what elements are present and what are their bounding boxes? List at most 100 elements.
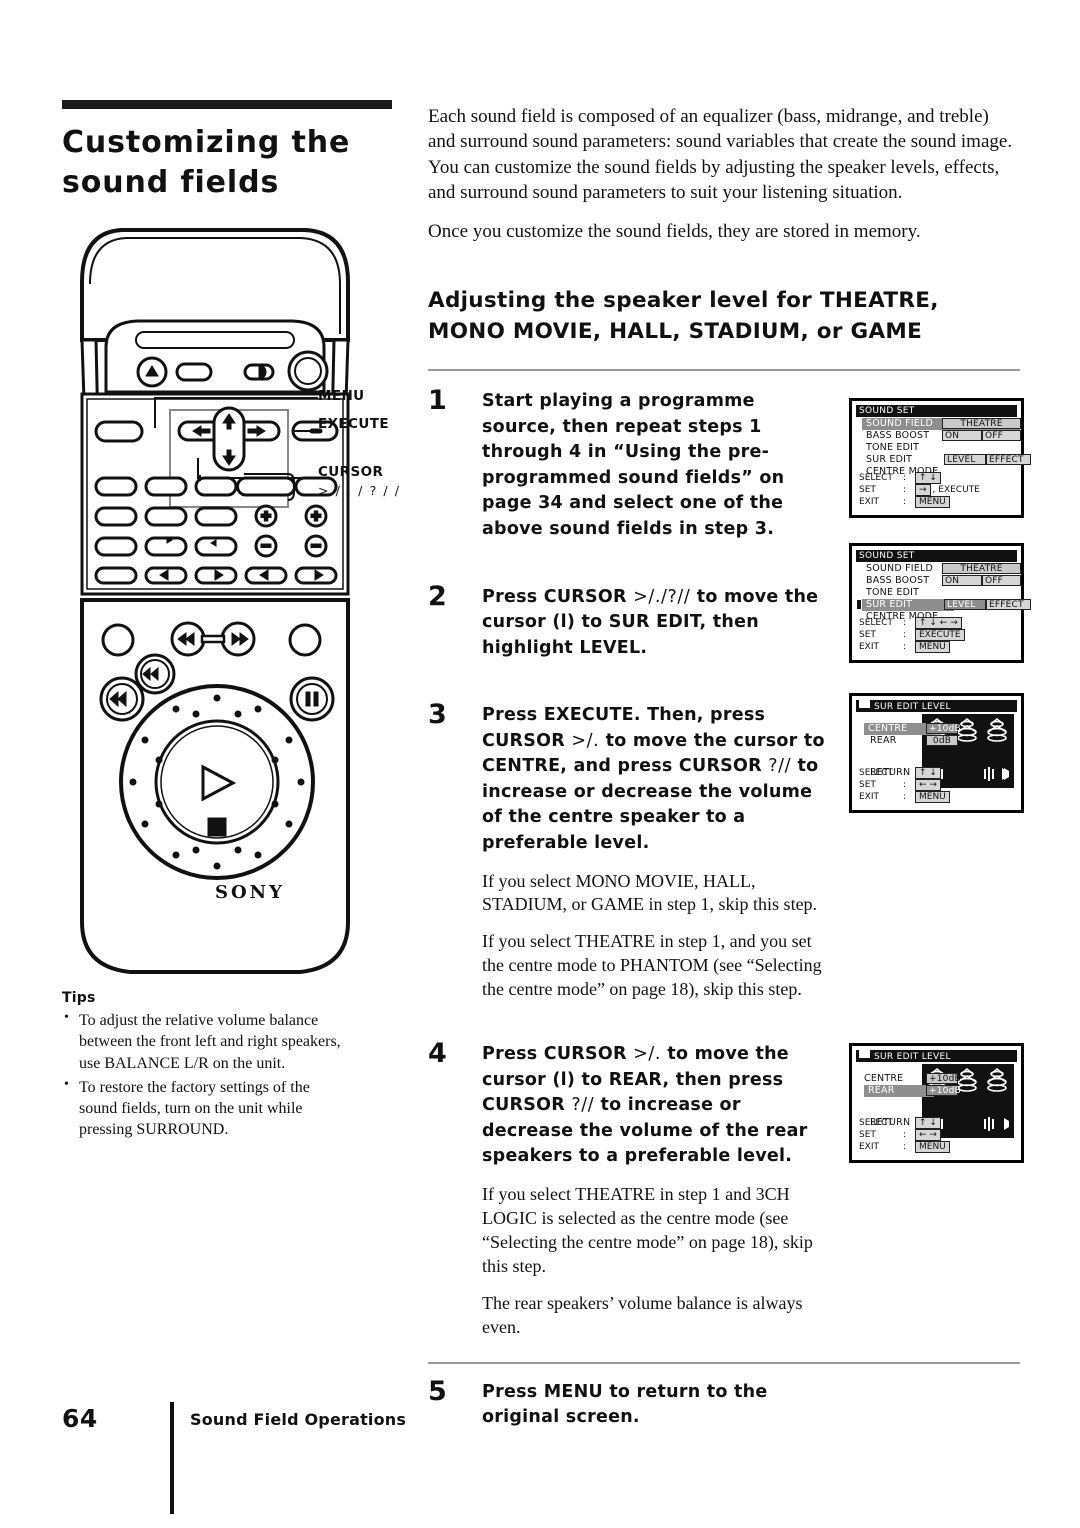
cursor-symbol-2: ?// — [571, 1095, 595, 1116]
osd-row-centre: CENTRE +10dB — [856, 1073, 1017, 1085]
osd-option-on: ON — [942, 575, 982, 586]
section-heading: Adjusting the speaker level for THEATRE,… — [428, 288, 939, 344]
osd-label: SOUND FIELD — [866, 563, 933, 574]
manual-page: Customizing the sound fields SONY MENU E… — [0, 0, 1080, 1528]
osd-row-bass-boost: BASS BOOST ON OFF — [856, 575, 1021, 587]
osd-key-name: SET — [859, 485, 876, 495]
page-title: Customizing the sound fields — [62, 125, 351, 200]
osd-title-text: SUR EDIT LEVEL — [874, 1052, 951, 1062]
intro-paragraph-2: Once you customize the sound fields, the… — [428, 220, 921, 242]
osd-value: THEATRE — [942, 563, 1021, 574]
osd-key-set: SET: ← → — [859, 1129, 950, 1141]
osd-row-sound-field: SOUND FIELD THEATRE — [856, 563, 1021, 575]
step-text-pre: Press CURSOR — [482, 586, 634, 607]
step-number: 4 — [428, 1038, 447, 1070]
osd-key-exit: EXIT: MENU — [859, 1141, 950, 1153]
osd-colon: : — [903, 768, 907, 778]
osd-label: CENTRE — [864, 1073, 904, 1084]
step-note: If you select THEATRE in step 1, and you… — [482, 931, 822, 1000]
osd-key-value: MENU — [915, 496, 950, 508]
callout-execute: EXECUTE — [318, 416, 389, 432]
osd-key-select: SELECT: ↑ ↓ — [859, 767, 950, 779]
osd-value-centre: +10dB — [926, 723, 961, 734]
osd-colon: : — [903, 642, 907, 652]
osd-key-name: SET — [859, 780, 876, 790]
osd-key-legend: SELECT: ↑ ↓ SET: ← → EXIT: MENU — [859, 1117, 950, 1153]
osd-title-text: SUR EDIT LEVEL — [874, 702, 951, 712]
step-note: The rear speakers’ volume balance is alw… — [482, 1292, 803, 1337]
osd-colon: : — [903, 618, 907, 628]
osd-label: REAR — [864, 1085, 934, 1097]
step-note: If you select THEATRE in step 1 and 3CH … — [482, 1183, 813, 1276]
osd-label: SUR EDIT — [862, 599, 954, 611]
osd-sound-set-step2: SOUND SET SOUND FIELD THEATRE BASS BOOST… — [849, 543, 1031, 663]
osd-key-select: SELECT: ↑ ↓ — [859, 1117, 950, 1129]
osd-label: SUR EDIT — [866, 454, 913, 465]
osd-label: TONE EDIT — [866, 587, 920, 598]
cursor-marker-icon — [857, 600, 861, 609]
osd-key-name: EXIT — [859, 792, 880, 802]
osd-title: SOUND SET — [856, 550, 1017, 562]
step-text: Start playing a programme source, then r… — [482, 391, 785, 540]
osd-key-legend: SELECT: ↑ ↓ SET: →, EXECUTE EXIT: MENU — [859, 472, 982, 508]
section-rule — [428, 369, 1020, 372]
osd-label: TONE EDIT — [866, 442, 920, 453]
step-note: If you select MONO MOVIE, HALL, STADIUM,… — [482, 870, 818, 915]
osd-title: SUR EDIT LEVEL — [856, 1050, 1017, 1062]
osd-key-value: ↑ ↓ — [915, 1117, 941, 1129]
osd-option-level: LEVEL — [944, 454, 986, 465]
osd-sound-set-step1: SOUND SET SOUND FIELD THEATRE BASS BOOST… — [849, 398, 1031, 518]
osd-label: REAR — [870, 735, 897, 746]
sony-logo: SONY — [215, 882, 285, 903]
osd-row-sur-edit: SUR EDIT LEVEL EFFECT — [856, 599, 1031, 611]
osd-key-set: SET: →, EXECUTE — [859, 484, 982, 496]
left-column: Customizing the sound fields — [62, 100, 402, 202]
tips-block: Tips • To adjust the relative volume bal… — [62, 990, 347, 1144]
osd-colon: : — [903, 630, 907, 640]
step-number: 1 — [428, 385, 447, 417]
osd-key-value: MENU — [915, 1141, 950, 1153]
osd-option-level: LEVEL — [944, 599, 986, 610]
step-number: 3 — [428, 699, 447, 731]
footer-divider — [170, 1402, 174, 1514]
osd-key-value: ↑ ↓ — [915, 767, 941, 779]
osd-key-exit: EXIT: MENU — [859, 791, 950, 803]
osd-colon: : — [903, 1142, 907, 1152]
osd-key-value: → — [915, 484, 931, 496]
osd-key-value: MENU — [915, 791, 950, 803]
remote-control-illustration: SONY — [60, 222, 410, 982]
osd-sur-edit-level-rear: SUR EDIT LEVEL CENTRE +10dB REAR +10dB R… — [849, 1043, 1024, 1163]
osd-key-set: SET: ← → — [859, 779, 950, 791]
osd-row-rear: REAR 0dB — [856, 735, 1017, 747]
step-text: Press CURSOR >/./?// to move the cursor … — [482, 585, 834, 662]
osd-key-value: ← → — [915, 779, 941, 791]
step-number: 2 — [428, 580, 447, 612]
osd-row-centre: CENTRE +10dB — [856, 723, 1017, 735]
osd-option-off: OFF — [982, 430, 1021, 441]
theatre-icon — [859, 700, 870, 708]
osd-option-off: OFF — [982, 575, 1021, 586]
step-text: Press MENU to return to the original scr… — [482, 1381, 768, 1428]
osd-key-name: SELECT — [859, 768, 893, 778]
osd-value-centre: +10dB — [926, 1073, 961, 1084]
osd-key-value: EXECUTE — [915, 629, 965, 641]
step-5-rule — [428, 1361, 1020, 1364]
osd-key-name: SELECT — [859, 473, 893, 483]
osd-value-rear: 0dB — [926, 735, 958, 746]
osd-colon: : — [903, 792, 907, 802]
osd-row-sound-field: SOUND FIELD THEATRE — [856, 418, 1021, 430]
tips-list: • To adjust the relative volume balance … — [62, 1010, 347, 1141]
osd-title: SUR EDIT LEVEL — [856, 700, 1017, 712]
osd-option-effect: EFFECT — [986, 454, 1031, 465]
osd-row-bass-boost: BASS BOOST ON OFF — [856, 430, 1021, 442]
osd-key-value: ↑ ↓ ← → — [915, 617, 962, 629]
chapter-name: Sound Field Operations — [190, 1410, 407, 1429]
osd-key-exit: EXIT: MENU — [859, 641, 965, 653]
osd-colon: : — [903, 780, 907, 790]
osd-key-value-2: , EXECUTE — [932, 485, 980, 495]
osd-colon: : — [903, 485, 907, 495]
title-rule — [62, 100, 392, 109]
osd-key-name: SELECT — [859, 1118, 893, 1128]
cursor-symbol: >/. — [571, 730, 600, 751]
osd-key-name: SELECT — [859, 618, 893, 628]
